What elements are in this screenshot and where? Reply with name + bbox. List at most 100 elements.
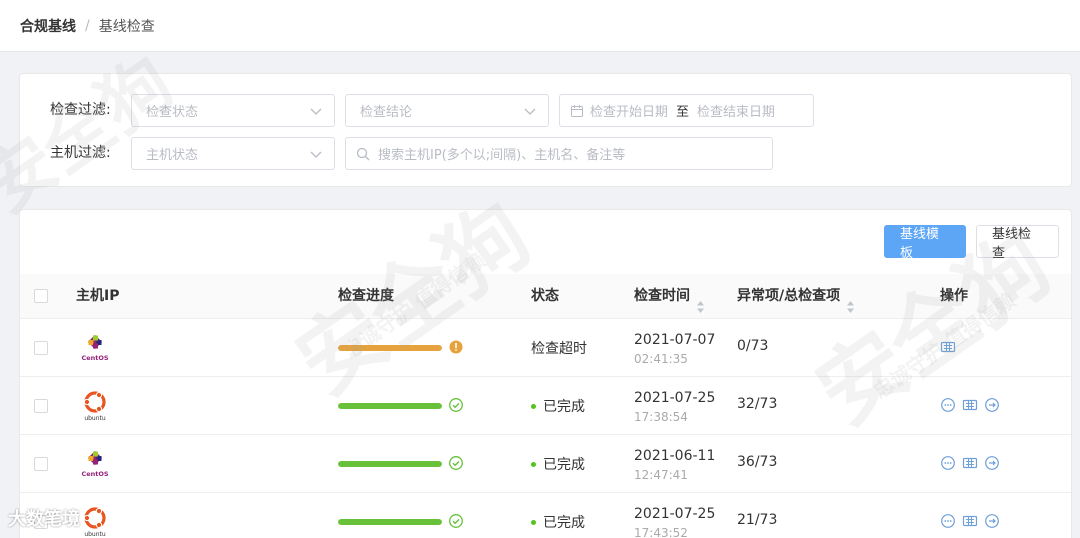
report-icon[interactable] <box>940 339 956 355</box>
ubuntu-logo-icon: ubuntu <box>78 505 112 538</box>
date-range-picker[interactable]: 检查开始日期 至 检查结束日期 <box>559 94 814 127</box>
corner-watermark: 大数笔境 <box>8 509 80 530</box>
check-filter-label: 检查过滤: <box>50 102 111 118</box>
export-icon[interactable] <box>984 397 1000 413</box>
header-check-time[interactable]: 检查时间 <box>634 274 705 319</box>
check-clock: 17:38:54 <box>634 410 688 424</box>
detail-icon[interactable] <box>940 397 956 413</box>
report-icon[interactable] <box>962 455 978 471</box>
row-actions <box>940 397 1000 413</box>
date-start-placeholder: 检查开始日期 <box>590 105 669 120</box>
anomaly-ratio: 32/73 <box>737 396 778 412</box>
warning-icon <box>448 339 464 355</box>
status-label: 已完成 <box>543 457 585 473</box>
check-circle-icon <box>448 513 464 529</box>
header-progress: 检查进度 <box>338 288 394 304</box>
baseline-template-button[interactable]: 基线模板 <box>884 225 966 261</box>
select-all-checkbox[interactable] <box>34 289 48 303</box>
table-row: ubuntu 已完成 2021-07-25 17:43:52 21/73 <box>20 493 1071 538</box>
progress-bar <box>338 519 442 525</box>
status-label: 已完成 <box>543 515 585 531</box>
report-icon[interactable] <box>962 513 978 529</box>
export-icon[interactable] <box>984 513 1000 529</box>
check-clock: 17:43:52 <box>634 526 688 538</box>
header-ratio[interactable]: 异常项/总检查项 <box>737 274 855 319</box>
check-date: 2021-07-25 <box>634 506 716 522</box>
filter-panel: 检查过滤: 检查状态 检查结论 检查开始日期 至 检查结束日期 主机过滤: 主机… <box>19 73 1072 187</box>
chevron-down-icon <box>308 146 324 162</box>
host-status-select[interactable]: 主机状态 <box>131 137 335 170</box>
check-clock: 02:41:35 <box>634 352 688 366</box>
export-icon[interactable] <box>984 455 1000 471</box>
table-row: CentOS 检查超时 2021-07-07 02:41:35 0/73 <box>20 319 1071 377</box>
progress-bar <box>338 345 442 351</box>
progress-fill <box>338 461 442 467</box>
row-checkbox[interactable] <box>34 399 48 413</box>
host-filter-label: 主机过滤: <box>50 145 111 161</box>
anomaly-ratio: 21/73 <box>737 512 778 528</box>
row-checkbox[interactable] <box>34 341 48 355</box>
progress-fill <box>338 403 442 409</box>
header-check-time-label: 检查时间 <box>634 288 690 304</box>
table-header: 主机IP 检查进度 状态 检查时间 异常项/总检查项 操作 <box>20 274 1071 319</box>
chevron-down-icon <box>522 103 538 119</box>
table-row: CentOS 已完成 2021-06-11 12:47:41 36/73 <box>20 435 1071 493</box>
svg-text:CentOS: CentOS <box>81 470 108 478</box>
host-status-placeholder: 主机状态 <box>146 148 199 163</box>
check-result-placeholder: 检查结论 <box>360 105 413 120</box>
host-table-panel: 基线模板 基线检查 主机IP 检查进度 状态 检查时间 异常项/总检查项 操作 … <box>19 209 1072 538</box>
header-status: 状态 <box>531 288 559 304</box>
anomaly-ratio: 36/73 <box>737 454 778 470</box>
progress-fill <box>338 345 442 351</box>
status-text: 已完成 <box>531 512 585 532</box>
sort-icon[interactable] <box>846 288 855 313</box>
search-icon <box>356 147 370 161</box>
check-status-placeholder: 检查状态 <box>146 105 199 120</box>
host-search-input[interactable]: 搜索主机IP(多个以;间隔)、主机名、备注等 <box>345 137 773 170</box>
date-separator: 至 <box>676 105 690 120</box>
calendar-icon <box>570 104 584 118</box>
header-host-ip: 主机IP <box>76 288 120 304</box>
svg-text:ubuntu: ubuntu <box>84 415 106 422</box>
status-dot <box>531 403 536 409</box>
progress-bar <box>338 403 442 409</box>
check-time: 2021-07-25 17:43:52 <box>634 505 715 538</box>
row-actions <box>940 455 1000 471</box>
check-time: 2021-06-11 12:47:41 <box>634 447 715 483</box>
status-label: 检查超时 <box>531 341 587 357</box>
status-dot <box>531 519 536 525</box>
anomaly-ratio: 0/73 <box>737 338 769 354</box>
check-time: 2021-07-25 17:38:54 <box>634 389 715 425</box>
sort-icon[interactable] <box>696 288 705 313</box>
row-actions <box>940 339 956 355</box>
check-date: 2021-07-07 <box>634 332 716 348</box>
check-circle-icon <box>448 397 464 413</box>
header-ratio-label: 异常项/总检查项 <box>737 288 841 304</box>
search-placeholder: 搜索主机IP(多个以;间隔)、主机名、备注等 <box>378 148 626 163</box>
progress-fill <box>338 519 442 525</box>
status-label: 已完成 <box>543 399 585 415</box>
check-result-select[interactable]: 检查结论 <box>345 94 549 127</box>
breadcrumb-root[interactable]: 合规基线 <box>20 16 76 36</box>
row-actions <box>940 513 1000 529</box>
detail-icon[interactable] <box>940 513 956 529</box>
progress-bar <box>338 461 442 467</box>
check-clock: 12:47:41 <box>634 468 688 482</box>
svg-text:CentOS: CentOS <box>81 354 108 362</box>
breadcrumb-separator: / <box>85 17 90 34</box>
detail-icon[interactable] <box>940 455 956 471</box>
centos-logo-icon: CentOS <box>78 331 112 365</box>
row-checkbox[interactable] <box>34 457 48 471</box>
date-end-placeholder: 检查结束日期 <box>697 105 776 120</box>
status-text: 已完成 <box>531 396 585 416</box>
header-actions: 操作 <box>940 288 968 304</box>
check-status-select[interactable]: 检查状态 <box>131 94 335 127</box>
check-date: 2021-06-11 <box>634 448 716 464</box>
report-icon[interactable] <box>962 397 978 413</box>
breadcrumb: 合规基线 / 基线检查 <box>0 0 1080 52</box>
status-text: 已完成 <box>531 454 585 474</box>
baseline-check-button[interactable]: 基线检查 <box>976 225 1059 261</box>
status-dot <box>531 461 536 467</box>
breadcrumb-current: 基线检查 <box>98 18 155 35</box>
centos-logo-icon: CentOS <box>78 447 112 481</box>
